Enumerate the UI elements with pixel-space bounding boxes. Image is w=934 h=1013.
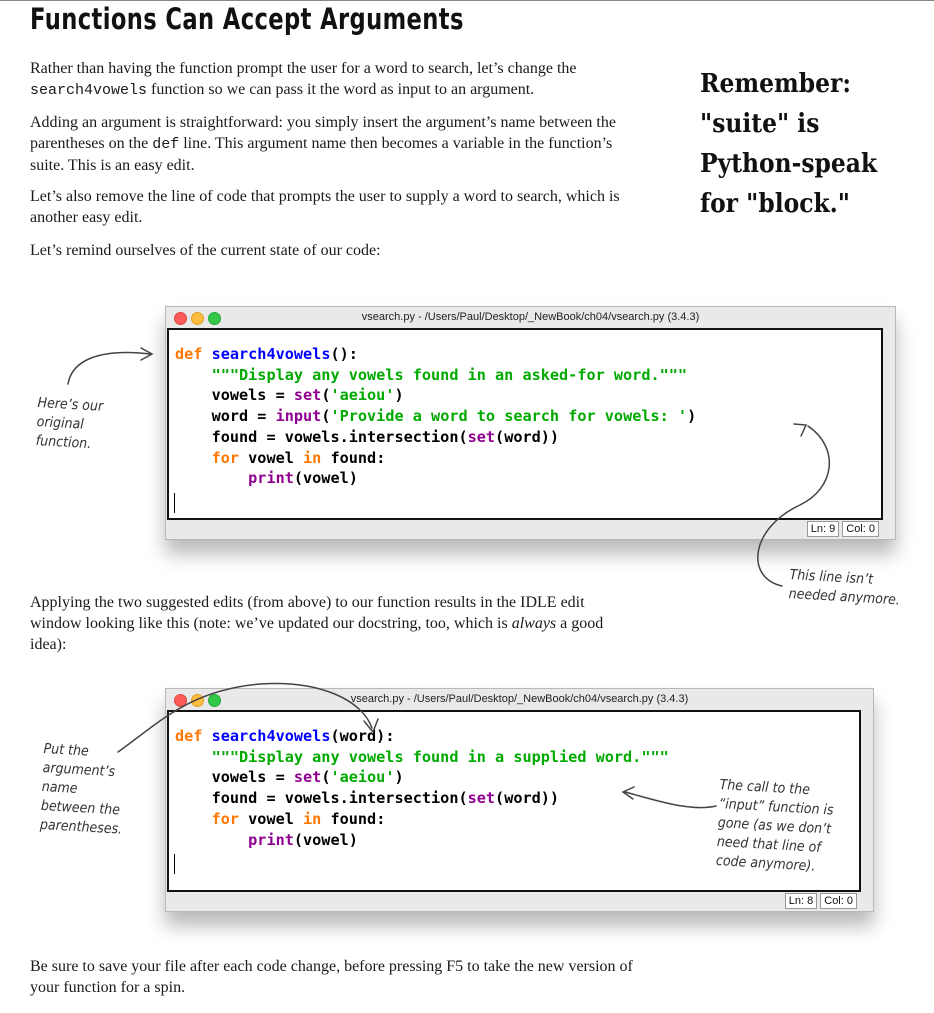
inline-code: search4vowels — [30, 82, 148, 99]
code-editor[interactable]: def search4vowels(): """Display any vowe… — [167, 328, 883, 520]
inline-code: def — [152, 136, 180, 153]
status-bar: Ln: 8 Col: 0 — [784, 893, 857, 909]
page-heading: Functions Can Accept Arguments — [30, 2, 464, 36]
window-titlebar[interactable]: vsearch.py - /Users/Paul/Desktop/_NewBoo… — [166, 307, 895, 328]
arrow-original-function — [67, 351, 151, 385]
note-original-function: Here’s our original function. — [35, 394, 104, 453]
paragraph-adding-argument: Adding an argument is straightforward: y… — [30, 114, 616, 174]
code-listing: def search4vowels(): """Display any vowe… — [175, 345, 697, 488]
idle-window-original: vsearch.py - /Users/Paul/Desktop/_NewBoo… — [165, 306, 896, 540]
remember-callout: Remember: "suite" is Python-speak for "b… — [700, 69, 878, 219]
status-bar: Ln: 9 Col: 0 — [806, 521, 879, 537]
arrowhead — [140, 347, 154, 361]
note-line-not-needed: This line isn’t needed anymore. — [788, 566, 901, 609]
note-put-argument: Put the argument’s name between the pare… — [39, 740, 123, 838]
paragraph-remove-line: Let’s also remove the line of code that … — [30, 188, 620, 226]
paragraph-applying: Applying the two suggested edits (from a… — [30, 594, 604, 653]
text-cursor — [174, 854, 175, 874]
window-title: vsearch.py - /Users/Paul/Desktop/_NewBoo… — [350, 693, 689, 705]
window-titlebar[interactable]: vsearch.py - /Users/Paul/Desktop/_NewBoo… — [166, 689, 873, 710]
paragraph-remind: Let’s remind ourselves of the current st… — [30, 242, 381, 259]
text-cursor — [174, 493, 175, 513]
top-rule — [0, 0, 934, 1]
code-listing: def search4vowels(word): """Display any … — [175, 727, 669, 849]
paragraph-intro: Rather than having the function prompt t… — [30, 60, 577, 99]
paragraph-save-reminder: Be sure to save your file after each cod… — [30, 958, 633, 996]
window-title: vsearch.py - /Users/Paul/Desktop/_NewBoo… — [361, 311, 700, 323]
note-input-gone: The call to the “input” function is gone… — [715, 776, 834, 875]
